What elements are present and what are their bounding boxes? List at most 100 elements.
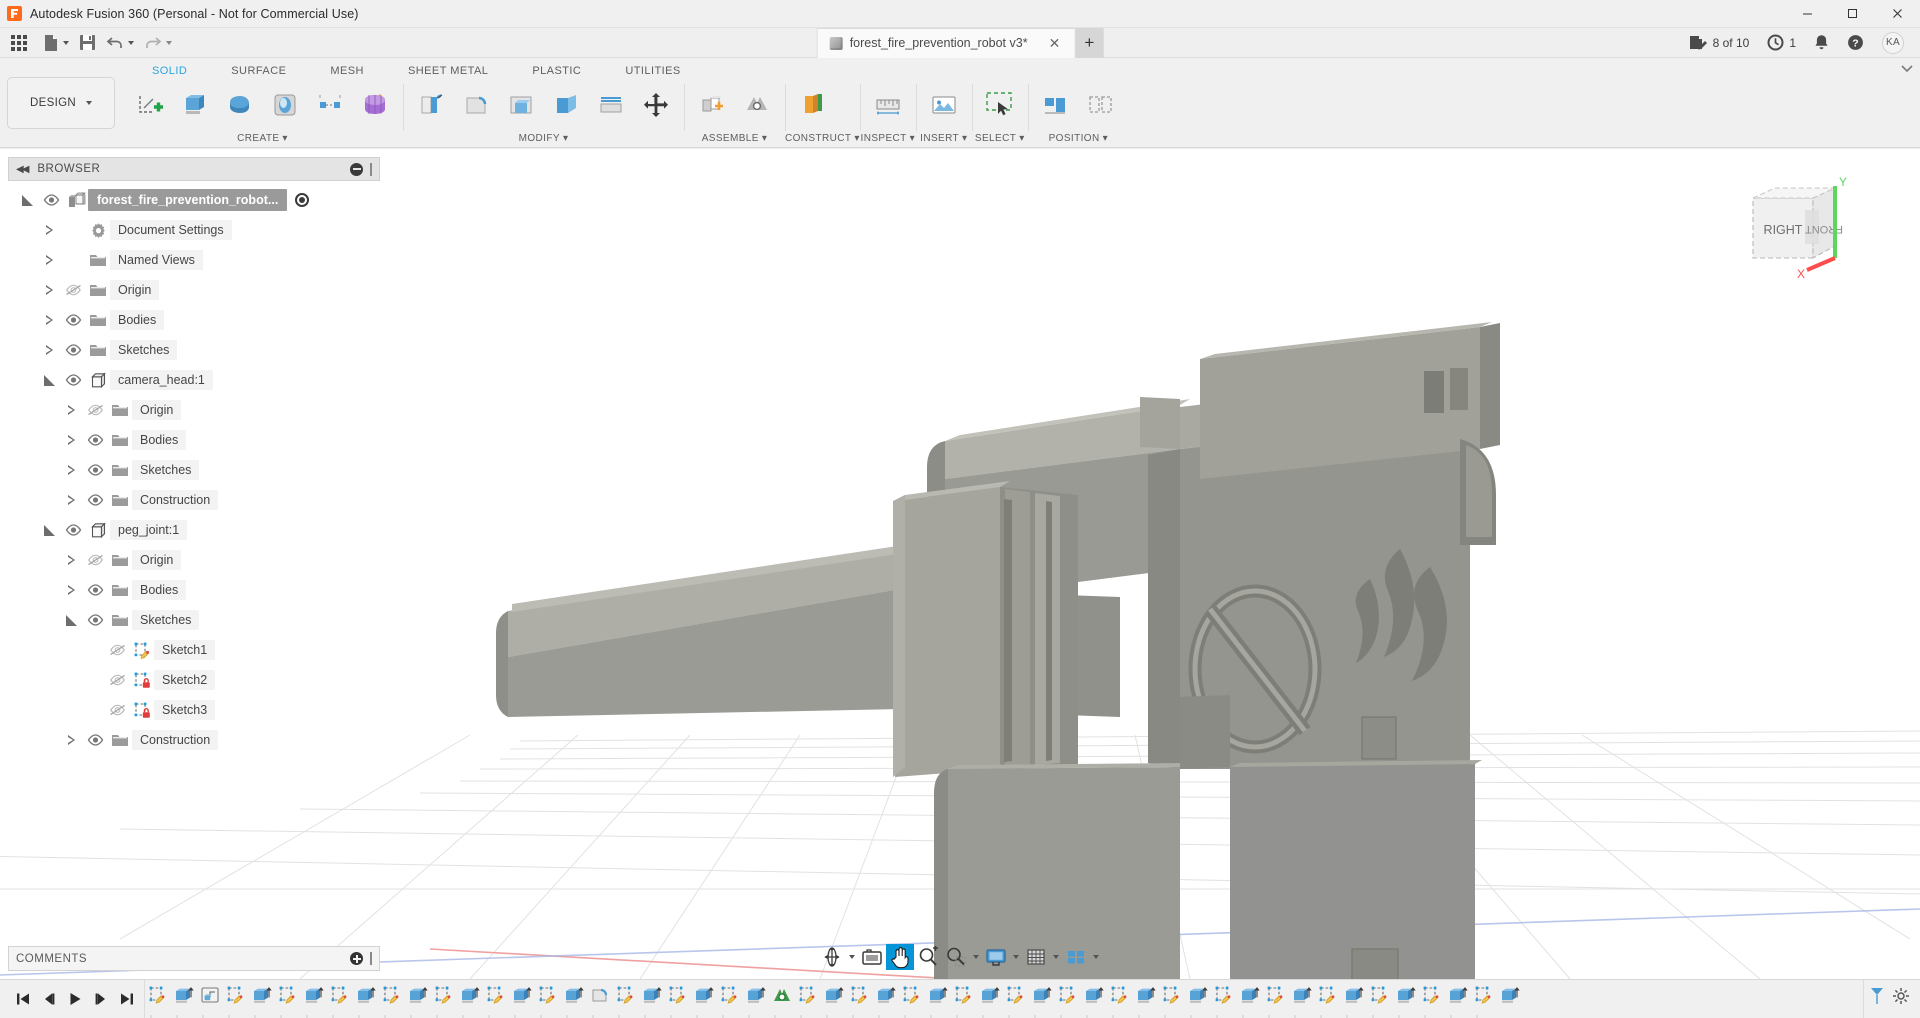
timeline-feature[interactable]	[509, 982, 535, 1008]
expand-arrow-icon[interactable]	[38, 225, 60, 235]
zoom-icon[interactable]	[914, 944, 942, 970]
eye-visible-icon[interactable]	[60, 374, 86, 386]
orbit-icon[interactable]	[818, 944, 858, 970]
go-to-beginning-icon[interactable]	[10, 984, 36, 1014]
collapse-arrow-icon[interactable]	[16, 195, 38, 206]
timeline-feature[interactable]	[1081, 982, 1107, 1008]
chevron-down-icon[interactable]: ▾	[563, 133, 568, 144]
timeline-feature[interactable]	[327, 982, 353, 1008]
tab-plastic[interactable]: PLASTIC	[510, 65, 603, 80]
expand-arrow-icon[interactable]	[38, 315, 60, 325]
timeline-settings-icon[interactable]	[1892, 987, 1910, 1010]
eye-visible-icon[interactable]	[82, 494, 108, 506]
timeline-feature[interactable]	[1055, 982, 1081, 1008]
joint-icon[interactable]	[736, 83, 778, 127]
timeline-feature[interactable]	[145, 982, 171, 1008]
timeline-feature[interactable]	[483, 982, 509, 1008]
timeline-feature[interactable]	[743, 982, 769, 1008]
select-window-icon[interactable]	[979, 83, 1021, 127]
help-button[interactable]: ?	[1839, 28, 1872, 58]
shell-icon[interactable]	[500, 83, 542, 127]
document-tab[interactable]: forest_fire_prevention_robot v3* ✕	[817, 28, 1076, 58]
timeline-feature[interactable]	[457, 982, 483, 1008]
app-grid-icon[interactable]	[0, 28, 38, 58]
draft-icon[interactable]	[545, 83, 587, 127]
go-to-end-icon[interactable]	[114, 984, 140, 1014]
tree-node-named-views[interactable]: Named Views	[8, 245, 380, 275]
expand-arrow-icon[interactable]	[60, 735, 82, 745]
step-back-icon[interactable]	[36, 984, 62, 1014]
timeline-feature[interactable]	[1289, 982, 1315, 1008]
look-at-icon[interactable]	[858, 944, 886, 970]
eye-hidden-icon[interactable]	[82, 554, 108, 566]
timeline-feature[interactable]	[1445, 982, 1471, 1008]
sweep-icon[interactable]	[264, 83, 306, 127]
chevron-down-icon[interactable]: ▾	[1103, 133, 1108, 144]
history-status[interactable]: 1	[1759, 28, 1804, 58]
timeline-feature[interactable]	[1029, 982, 1055, 1008]
tree-node-construction[interactable]: Construction	[8, 725, 380, 755]
timeline-feature[interactable]	[639, 982, 665, 1008]
expand-arrow-icon[interactable]	[38, 345, 60, 355]
fillet-icon[interactable]	[455, 83, 497, 127]
timeline-feature[interactable]	[353, 982, 379, 1008]
new-file-icon[interactable]	[38, 28, 74, 58]
collapse-left-icon[interactable]: ◀◀	[16, 164, 27, 175]
chevron-down-icon[interactable]: ▾	[282, 133, 287, 144]
eye-visible-icon[interactable]	[60, 344, 86, 356]
timeline-feature[interactable]	[1211, 982, 1237, 1008]
comments-panel[interactable]: COMMENTS	[8, 946, 380, 971]
timeline-feature[interactable]	[1107, 982, 1133, 1008]
new-sketch-icon[interactable]	[129, 83, 171, 127]
press-pull-icon[interactable]	[410, 83, 452, 127]
tree-node-bodies[interactable]: Bodies	[8, 425, 380, 455]
timeline-feature[interactable]	[1315, 982, 1341, 1008]
close-button[interactable]	[1875, 0, 1920, 28]
timeline-feature[interactable]	[951, 982, 977, 1008]
timeline-feature[interactable]	[405, 982, 431, 1008]
timeline-feature[interactable]	[795, 982, 821, 1008]
eye-visible-icon[interactable]	[82, 464, 108, 476]
notifications-button[interactable]	[1806, 28, 1837, 58]
step-forward-icon[interactable]	[88, 984, 114, 1014]
timeline-feature[interactable]	[561, 982, 587, 1008]
collapse-arrow-icon[interactable]	[60, 615, 82, 626]
timeline-feature[interactable]	[535, 982, 561, 1008]
workspace-button[interactable]: DESIGN	[7, 77, 115, 129]
expand-arrow-icon[interactable]	[60, 465, 82, 475]
tab-utilities[interactable]: UTILITIES	[603, 65, 702, 80]
collapse-arrow-icon[interactable]	[38, 525, 60, 536]
view-cube[interactable]: RIGHT FRONT Y X	[1735, 174, 1865, 289]
tree-node-sketches[interactable]: Sketches	[8, 335, 380, 365]
timeline-feature[interactable]	[171, 982, 197, 1008]
timeline-feature[interactable]	[717, 982, 743, 1008]
tree-node-document-settings[interactable]: Document Settings	[8, 215, 380, 245]
jobs-status[interactable]: 8 of 10	[1680, 28, 1758, 58]
timeline-feature[interactable]	[665, 982, 691, 1008]
timeline-feature[interactable]	[275, 982, 301, 1008]
grid-snaps-icon[interactable]	[1022, 944, 1062, 970]
timeline-feature[interactable]	[1341, 982, 1367, 1008]
play-icon[interactable]	[62, 984, 88, 1014]
timeline-marker-icon[interactable]	[1870, 987, 1884, 1010]
timeline-feature[interactable]	[1237, 982, 1263, 1008]
tree-node-origin[interactable]: Origin	[8, 275, 380, 305]
panel-grip-icon[interactable]	[370, 952, 372, 965]
expand-arrow-icon[interactable]	[60, 405, 82, 415]
pattern-icon[interactable]	[309, 83, 351, 127]
tree-node-sketch3[interactable]: Sketch3	[8, 695, 380, 725]
move-copy-icon[interactable]	[635, 83, 677, 127]
tree-node-forest-fire-prevention-robot[interactable]: forest_fire_prevention_robot...	[8, 185, 380, 215]
timeline-feature[interactable]	[821, 982, 847, 1008]
tree-node-sketch2[interactable]: Sketch2	[8, 665, 380, 695]
timeline-feature[interactable]	[1393, 982, 1419, 1008]
timeline-feature[interactable]	[873, 982, 899, 1008]
timeline-track[interactable]	[144, 980, 1863, 1018]
tab-surface[interactable]: SURFACE	[209, 65, 308, 80]
tree-node-sketches[interactable]: Sketches	[8, 455, 380, 485]
form-icon[interactable]	[354, 83, 396, 127]
eye-hidden-icon[interactable]	[60, 284, 86, 296]
scale-icon[interactable]	[590, 83, 632, 127]
measure-icon[interactable]	[867, 83, 909, 127]
tree-node-construction[interactable]: Construction	[8, 485, 380, 515]
